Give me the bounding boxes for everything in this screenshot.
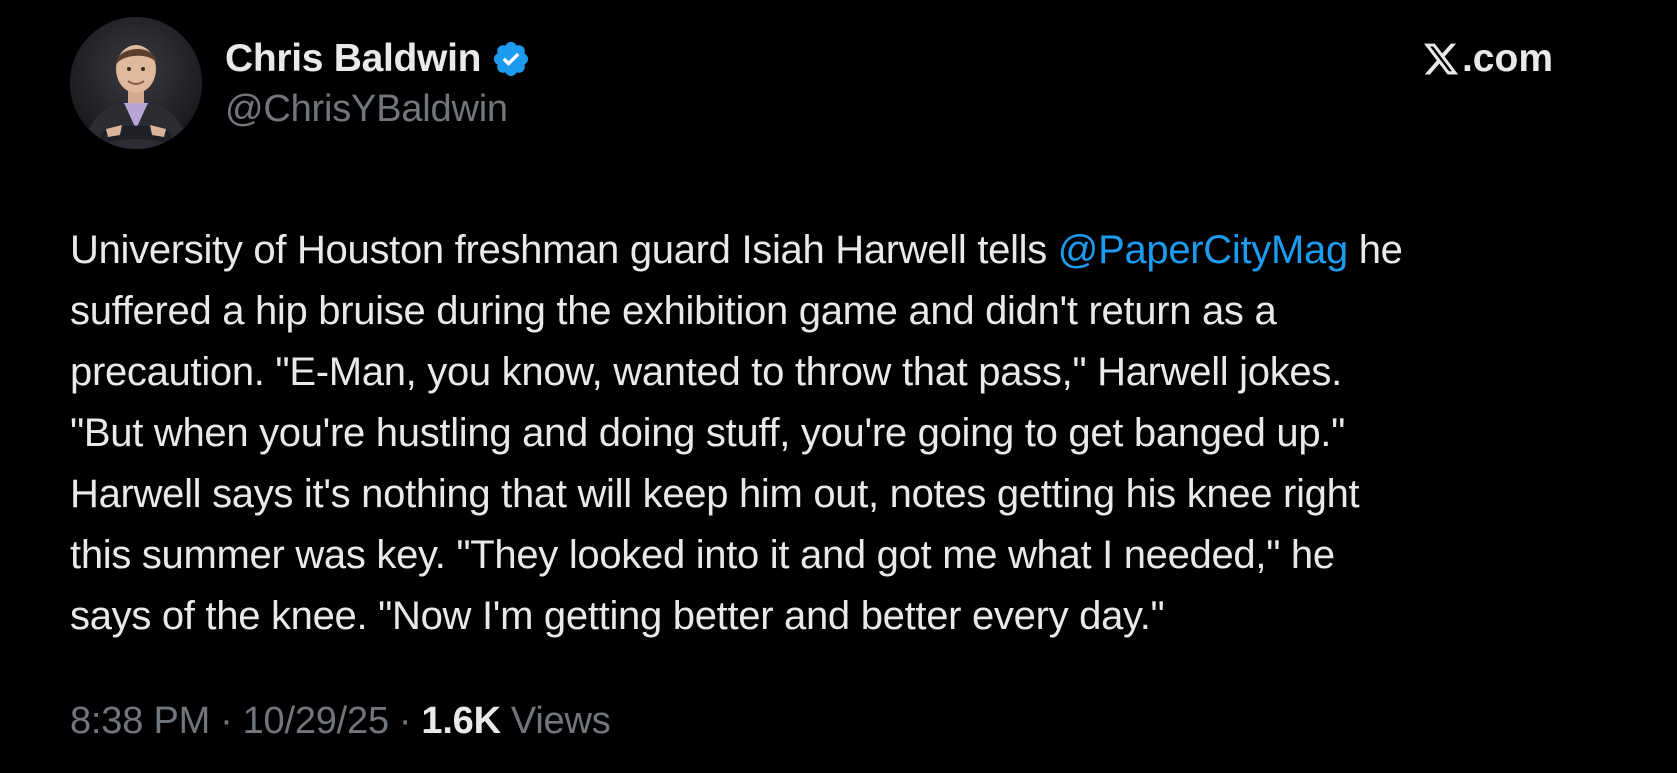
tweet-line-5: Harwell says it's nothing that will keep…	[70, 472, 1360, 516]
tweet-text: University of Houston freshman guard Isi…	[70, 220, 1630, 647]
mention-link[interactable]: @PaperCityMag	[1058, 228, 1348, 272]
author-display-name[interactable]: Chris Baldwin	[225, 37, 481, 81]
tweet-line-1: University of Houston freshman guard Isi…	[70, 220, 1630, 281]
tweet-line-7: says of the knee. "Now I'm getting bette…	[70, 594, 1165, 638]
author-name-row: Chris Baldwin	[225, 34, 531, 84]
avatar[interactable]	[70, 17, 202, 149]
tweet-line-4: "But when you're hustling and doing stuf…	[70, 411, 1345, 455]
site-label: .com	[1422, 34, 1553, 84]
profile-photo-icon	[70, 17, 202, 149]
views-label: Views	[510, 700, 611, 742]
site-domain: .com	[1461, 37, 1553, 80]
tweet-line-2: suffered a hip bruise during the exhibit…	[70, 289, 1277, 333]
tweet-line-6: this summer was key. "They looked into i…	[70, 533, 1335, 577]
author-handle[interactable]: @ChrisYBaldwin	[225, 88, 508, 131]
tweet-line-1-after: he	[1347, 228, 1403, 272]
views-count: 1.6K	[421, 700, 501, 742]
x-logo-icon	[1423, 43, 1459, 75]
tweet-line-3: precaution. "E-Man, you know, wanted to …	[70, 350, 1342, 394]
tweet-card: Chris Baldwin @ChrisYBaldwin .com Univer…	[0, 0, 1677, 773]
tweet-line-1-before: University of Houston freshman guard Isi…	[70, 228, 1058, 272]
tweet-meta: 8:38 PM · 10/29/25 · 1.6K Views	[70, 700, 611, 743]
meta-separator: ·	[398, 700, 412, 742]
tweet-date[interactable]: 10/29/25	[243, 700, 390, 743]
tweet-time[interactable]: 8:38 PM	[70, 700, 210, 743]
meta-separator: ·	[220, 700, 233, 742]
verified-badge-icon	[494, 41, 529, 77]
